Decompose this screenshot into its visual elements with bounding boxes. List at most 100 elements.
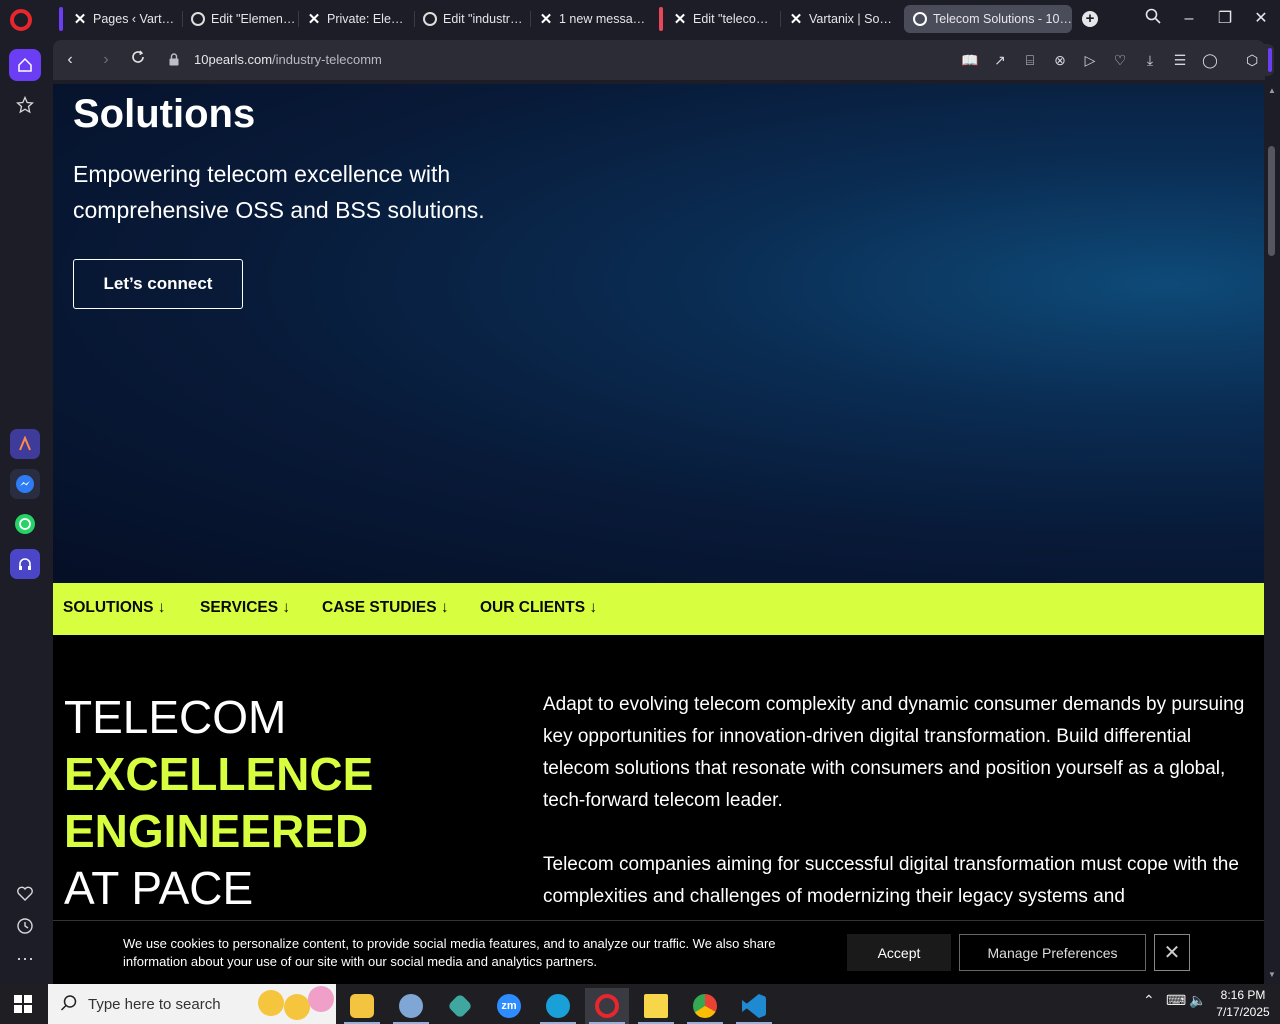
back-arrow-icon[interactable]: ‹ [60,50,80,70]
favorite-heart-icon[interactable]: ♡ [1110,50,1130,70]
tab-telecom-solutions[interactable]: Telecom Solutions - 10Pea [904,5,1072,33]
file-explorer-icon[interactable] [340,988,384,1024]
lets-connect-button[interactable]: Let’s connect [73,259,243,309]
cookie-text: We use cookies to personalize content, t… [123,936,776,969]
tab-label: Vartanix | Softwa [809,12,894,26]
tab-edit-elementor[interactable]: Edit "Elementor [182,5,296,33]
tab-group-indicator [659,7,663,31]
x-logo-icon: ✕ [539,11,553,28]
tab-private-element[interactable]: ✕ Private: Element [298,5,412,33]
browser-tab-bar: ✕ Pages ‹ Vartanix Edit "Elementor ✕ Pri… [0,0,1280,38]
chrome-icon[interactable] [683,988,727,1024]
headline-line-4: AT PACE [64,862,254,914]
scroll-up-arrow-icon[interactable]: ▲ [1267,86,1277,96]
tab-label: Edit "telecomm" [693,12,778,26]
share-icon[interactable]: ↗ [990,50,1010,70]
history-clock-icon[interactable] [9,910,41,942]
manage-preferences-button[interactable]: Manage Preferences [959,934,1146,971]
opera-logo-icon[interactable] [10,9,32,31]
volume-icon[interactable]: 🔈 [1189,992,1206,1009]
x-logo-icon: ✕ [789,11,803,28]
ad-blocker-icon[interactable]: ⊗ [1050,50,1070,70]
taskbar-search-box[interactable]: Type here to search [48,984,336,1024]
hero-title: Solutions [73,92,256,136]
new-tab-plus-icon[interactable]: + [1082,11,1098,27]
lock-icon[interactable] [169,53,179,66]
section-nav: SOLUTIONS ↓ SERVICES ↓ CASE STUDIES ↓ OU… [53,583,1264,635]
system-clock[interactable]: 8:16 PM 7/17/2025 [1212,987,1274,1021]
scroll-thumb[interactable] [1268,146,1275,256]
star-icon[interactable] [9,89,41,121]
accept-cookies-button[interactable]: Accept [847,934,951,971]
headline-line-3: ENGINEERED [64,805,369,857]
cube-icon: ⬡ [1246,52,1259,68]
opera-sidebar: ⋯ [0,38,50,984]
minimize-icon[interactable]: – [1178,8,1200,30]
web-page: Solutions Empowering telecom excellence … [53,84,1264,984]
extensions-button[interactable]: ⬡ [1238,44,1274,76]
heart-icon[interactable] [9,878,41,910]
screen: ✕ Pages ‹ Vartanix Edit "Elementor ✕ Pri… [0,0,1280,1024]
hero-section: Solutions Empowering telecom excellence … [53,84,1264,583]
globe-icon [422,11,438,27]
opera-browser-icon[interactable] [585,988,629,1024]
windows-taskbar: Type here to search zm ⌃ ⌨ 🔈 8:16 PM 7/1… [0,984,1280,1024]
whatsapp-icon[interactable] [10,509,40,539]
nav-our-clients[interactable]: OUR CLIENTS ↓ [480,599,597,617]
music-player-icon[interactable] [10,549,40,579]
tray-chevron-up-icon[interactable]: ⌃ [1143,992,1155,1009]
profile-icon[interactable]: ◯ [1200,50,1220,70]
search-placeholder: Type here to search [88,996,221,1013]
forward-arrow-icon[interactable]: › [96,50,116,70]
zoom-icon[interactable]: zm [487,988,531,1024]
windows-start-icon[interactable] [14,995,32,1013]
network-icon[interactable]: ⌨ [1166,992,1186,1009]
x-logo-icon: ✕ [673,11,687,28]
home-icon[interactable] [9,49,41,81]
page-scrollbar[interactable]: ▲ ▼ [1264,84,1280,984]
x-logo-icon: ✕ [307,11,321,28]
tab-label: Private: Element [327,12,412,26]
tab-label: Edit "industry-tr [443,12,528,26]
url-path: /industry-telecomm [272,52,382,67]
url-field[interactable]: 10pearls.com/industry-telecomm [194,52,382,67]
tab-label: Pages ‹ Vartanix [93,12,180,26]
downloads-icon[interactable]: ⤓ [1140,50,1160,70]
tab-edit-industry[interactable]: Edit "industry-tr [414,5,528,33]
messenger-icon[interactable] [10,469,40,499]
emoji-grin-icon [258,990,284,1016]
snapshot-camera-icon[interactable]: ⌸ [1020,50,1040,70]
cookie-banner: We use cookies to personalize content, t… [53,920,1264,984]
nav-services[interactable]: SERVICES ↓ [200,599,290,617]
search-tabs-icon[interactable] [1142,8,1164,30]
vscode-icon[interactable] [732,988,776,1024]
x-logo-icon: ✕ [73,11,87,28]
headline-line-1: TELECOM [64,691,287,743]
aria-app-icon[interactable] [10,429,40,459]
url-domain: 10pearls.com [194,52,273,67]
app-cube-icon[interactable] [438,988,482,1024]
hero-subtitle: Empowering telecom excellence with compr… [73,161,485,223]
more-options-icon[interactable]: ⋯ [9,943,41,975]
clock-date: 7/17/2025 [1216,1005,1270,1019]
send-icon[interactable]: ▷ [1080,50,1100,70]
scroll-down-arrow-icon[interactable]: ▼ [1267,970,1277,980]
reader-mode-icon[interactable]: 📖 [960,50,980,70]
tab-edit-telecomm[interactable]: ✕ Edit "telecomm" [664,5,778,33]
tab-new-message[interactable]: ✕ 1 new message [530,5,646,33]
emoji-smile-icon [284,994,310,1020]
nav-case-studies[interactable]: CASE STUDIES ↓ [322,599,449,617]
paint-app-icon[interactable] [389,988,433,1024]
tab-pages-vartanix[interactable]: ✕ Pages ‹ Vartanix [64,5,180,33]
close-window-icon[interactable]: ✕ [1250,8,1272,30]
address-bar-row: ‹ › 10pearls.com/industry-telecomm 📖 ↗ ⌸… [53,40,1265,80]
sticky-notes-icon[interactable] [634,988,678,1024]
close-cookie-icon[interactable]: ✕ [1154,934,1190,971]
nav-solutions[interactable]: SOLUTIONS ↓ [63,599,165,617]
tab-vartanix-software[interactable]: ✕ Vartanix | Softwa [780,5,894,33]
easy-setup-icon[interactable]: ☰ [1170,50,1190,70]
tab-label: Telecom Solutions - 10Pea [933,12,1072,26]
restore-icon[interactable]: ❐ [1214,8,1236,30]
edge-browser-icon[interactable] [536,988,580,1024]
reload-icon[interactable] [128,50,148,70]
